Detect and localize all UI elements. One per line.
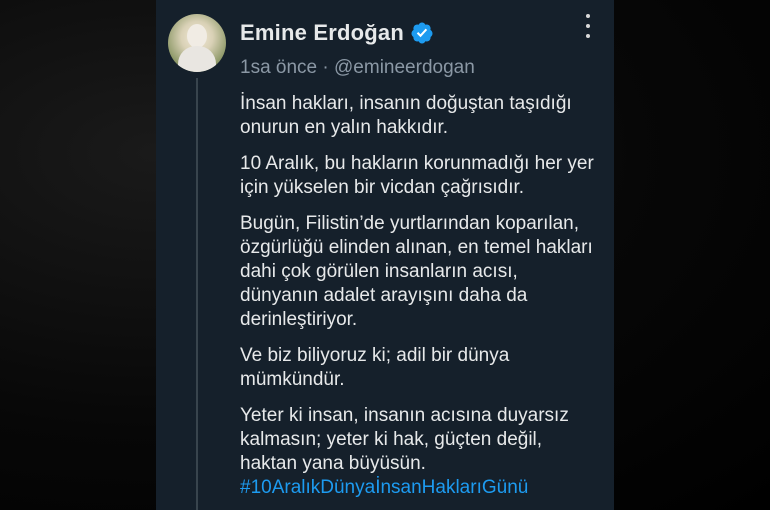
author-handle[interactable]: @emineerdogan — [334, 57, 475, 78]
post-paragraph: 10 Aralık, bu hakların korunmadığı her y… — [240, 153, 594, 198]
avatar-head — [187, 24, 207, 48]
avatar[interactable] — [168, 14, 226, 72]
author-row: Emine Erdoğan — [240, 20, 434, 46]
more-vertical-icon[interactable] — [578, 14, 598, 38]
post-paragraph: İnsan hakları, insanın doğuştan taşıdığı… — [240, 93, 572, 138]
verified-badge-icon — [411, 22, 433, 44]
post-paragraph: Yeter ki insan, insanın acısına duyarsız… — [240, 405, 569, 474]
post-body: İnsan hakları, insanın doğuştan taşıdığı… — [240, 92, 600, 500]
post-paragraph: Ve biz biliyoruz ki; adil bir dünya mümk… — [240, 345, 510, 390]
hashtag-link[interactable]: #10AralıkDünyaİnsanHaklarıGünü — [240, 476, 600, 500]
meta-separator: · — [322, 57, 329, 78]
post-paragraph: Bugün, Filistin’de yurtlarından koparıla… — [240, 213, 593, 330]
post-meta: 1sa önce · @emineerdogan — [240, 57, 475, 79]
post-time[interactable]: 1sa önce — [240, 57, 317, 78]
thread-line — [196, 78, 198, 510]
author-name[interactable]: Emine Erdoğan — [240, 20, 404, 46]
avatar-body — [178, 46, 216, 72]
post-card: Emine Erdoğan 1sa önce · @emineerdogan İ… — [156, 0, 614, 510]
